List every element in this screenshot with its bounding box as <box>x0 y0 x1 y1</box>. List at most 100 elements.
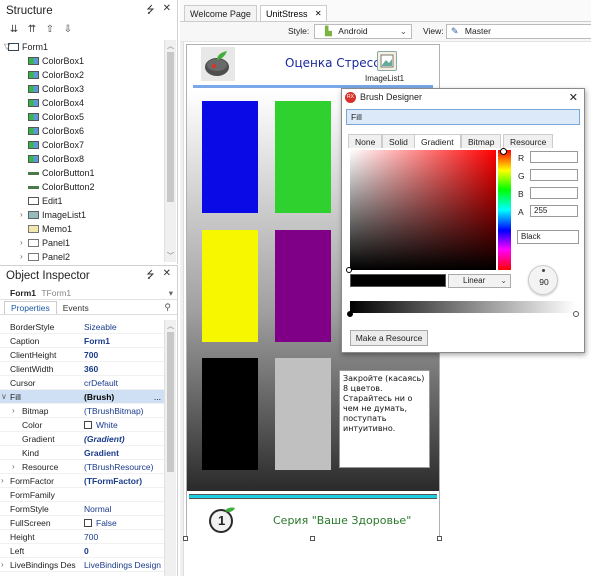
expand-icon[interactable]: › <box>1 474 4 487</box>
tab-gradient[interactable]: Gradient <box>414 134 461 148</box>
property-value-cell[interactable]: Gradient <box>84 446 164 459</box>
resize-handle[interactable] <box>437 536 442 541</box>
color-box[interactable] <box>275 101 331 213</box>
expand-icon[interactable]: › <box>12 460 15 473</box>
property-value-cell[interactable]: Form1 <box>84 334 164 347</box>
property-row[interactable]: Caption Form1 <box>0 334 164 348</box>
tree-item[interactable]: ColorBox4 <box>4 96 162 110</box>
property-value-cell[interactable]: (TFormFactor) <box>84 474 164 487</box>
property-value-cell[interactable] <box>84 488 164 501</box>
property-value-cell[interactable]: (Brush)... <box>84 390 164 403</box>
gradient-kind-dropdown[interactable]: Linear ⌄ <box>448 274 511 288</box>
imagelist-icon[interactable] <box>377 51 397 71</box>
property-row[interactable]: BorderStyle Sizeable <box>0 320 164 334</box>
close-icon[interactable]: ✕ <box>163 268 171 285</box>
color-box[interactable] <box>202 358 258 470</box>
collapse-icon[interactable]: ∨ <box>1 390 7 403</box>
tree-item[interactable]: ColorBox3 <box>4 82 162 96</box>
property-row[interactable]: › Resource (TBrushResource) <box>0 460 164 474</box>
close-icon[interactable]: ✕ <box>163 3 171 20</box>
tree-item[interactable]: › Panel2 <box>4 250 162 262</box>
property-value-cell[interactable]: Sizeable <box>84 320 164 333</box>
tab-solid[interactable]: Solid <box>382 134 415 148</box>
collapse-icon[interactable]: ▽ <box>4 40 10 54</box>
footer-panel[interactable]: 1 Серия "Ваше Здоровье" <box>187 503 439 539</box>
property-value-cell[interactable]: False <box>84 516 164 529</box>
resize-handle[interactable] <box>310 536 315 541</box>
tree-item[interactable]: ColorBox1 <box>4 54 162 68</box>
expand-all-icon[interactable]: ⇊ <box>8 24 20 36</box>
property-row[interactable]: Height 700 <box>0 530 164 544</box>
tab-none[interactable]: None <box>348 134 383 148</box>
color-box[interactable] <box>202 230 258 342</box>
style-dropdown[interactable]: ▙ Android ⌄ <box>314 24 412 39</box>
picker-cursor[interactable] <box>346 267 352 273</box>
tree-item[interactable]: ColorBox8 <box>4 152 162 166</box>
a-input[interactable]: 255 <box>530 205 578 217</box>
instruction-memo[interactable]: Закройте (касаясь) 8 цветов. Старайтесь … <box>339 370 430 468</box>
tree-item[interactable]: Memo1 <box>4 222 162 236</box>
r-input[interactable] <box>530 151 578 163</box>
brush-target-field[interactable]: Fill <box>346 109 580 125</box>
inspector-scrollbar[interactable]: ︿ <box>164 320 176 576</box>
pin-icon[interactable]: ⭍ <box>146 268 154 285</box>
gradient-stop-start[interactable] <box>347 311 353 317</box>
header-panel[interactable]: Оценка Стресса ImageList1 <box>187 45 439 83</box>
property-row[interactable]: FormStyle Normal <box>0 502 164 516</box>
search-icon[interactable]: ⚲ <box>164 302 171 313</box>
color-name-combo[interactable]: Black <box>517 230 579 244</box>
tab-bitmap[interactable]: Bitmap <box>461 134 502 148</box>
view-dropdown[interactable]: ✎ Master <box>446 24 591 39</box>
property-row[interactable]: Kind Gradient <box>0 446 164 460</box>
property-row[interactable]: Color White <box>0 418 164 432</box>
checkbox[interactable] <box>84 519 92 527</box>
property-row[interactable]: › LiveBindings Des LiveBindings Design <box>0 558 164 572</box>
property-value-cell[interactable]: 700 <box>84 530 164 543</box>
color-box[interactable] <box>275 358 331 470</box>
expand-icon[interactable]: › <box>1 558 4 571</box>
scroll-thumb[interactable] <box>167 52 174 202</box>
property-row[interactable]: Cursor crDefault <box>0 376 164 390</box>
property-value-cell[interactable]: Normal <box>84 502 164 515</box>
expand-icon[interactable]: › <box>20 208 23 222</box>
move-down-icon[interactable]: ⇩ <box>62 24 74 36</box>
ellipsis-button[interactable]: ... <box>154 390 161 403</box>
property-value-cell[interactable]: (TBrushBitmap) <box>84 404 164 417</box>
tree-item[interactable]: ColorBox7 <box>4 138 162 152</box>
pin-icon[interactable]: ⭍ <box>146 3 154 20</box>
property-row[interactable]: FormFamily <box>0 488 164 502</box>
tree-item[interactable]: › ImageList1 <box>4 208 162 222</box>
property-value-cell[interactable]: 360 <box>84 362 164 375</box>
angle-knob[interactable]: 90 <box>528 265 558 295</box>
property-value-cell[interactable]: 0 <box>84 544 164 557</box>
color-box[interactable] <box>202 101 258 213</box>
property-value-cell[interactable]: (TBrushResource) <box>84 460 164 473</box>
property-value-cell[interactable]: crDefault <box>84 376 164 389</box>
tree-item[interactable]: › Panel1 <box>4 236 162 250</box>
scroll-thumb[interactable] <box>167 332 174 472</box>
gradient-stop-end[interactable] <box>573 311 579 317</box>
resize-handle[interactable] <box>183 536 188 541</box>
make-resource-button[interactable]: Make a Resource <box>350 330 428 346</box>
inspector-object-selector[interactable]: Form1 TForm1 ▾ <box>0 286 177 300</box>
property-row[interactable]: ClientWidth 360 <box>0 362 164 376</box>
property-value-cell[interactable]: 700 <box>84 348 164 361</box>
tab-resource[interactable]: Resource <box>503 134 554 148</box>
g-input[interactable] <box>530 169 578 181</box>
tree-item[interactable]: ColorBox5 <box>4 110 162 124</box>
property-row[interactable]: ClientHeight 700 <box>0 348 164 362</box>
tree-item[interactable]: ColorBox2 <box>4 68 162 82</box>
property-row[interactable]: Gradient (Gradient) <box>0 432 164 446</box>
property-row[interactable]: Left 0 <box>0 544 164 558</box>
close-icon[interactable]: ✕ <box>569 91 578 104</box>
structure-scrollbar[interactable]: ︿ ﹀ <box>164 40 176 262</box>
scroll-down-arrow[interactable]: ﹀ <box>167 251 174 261</box>
color-box[interactable] <box>275 230 331 342</box>
tab-events[interactable]: Events <box>57 302 95 314</box>
color-picker-square[interactable] <box>350 150 496 270</box>
expand-icon[interactable]: › <box>12 404 15 417</box>
tree-item[interactable]: ColorButton1 <box>4 166 162 180</box>
b-input[interactable] <box>530 187 578 199</box>
tab-properties[interactable]: Properties <box>4 301 57 314</box>
dropdown-arrow-icon[interactable]: ▾ <box>169 286 173 300</box>
